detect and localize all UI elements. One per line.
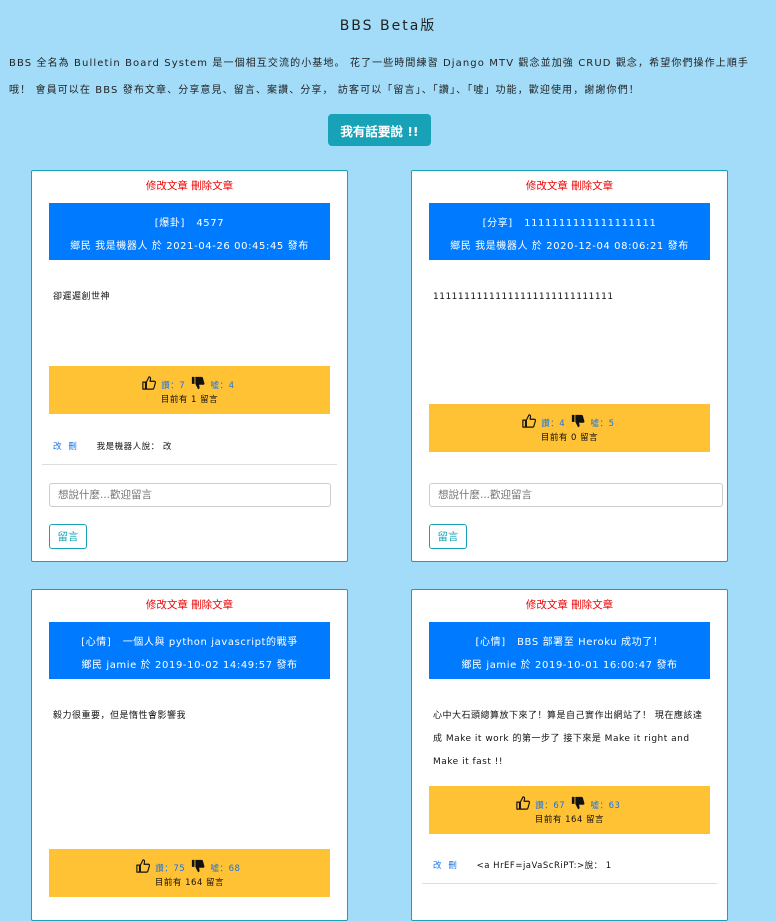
post-meta: 鄉民 jamie 於 2019-10-02 14:49:57 發布 xyxy=(81,660,298,671)
comment-submit-button[interactable]: 留言 xyxy=(429,524,467,549)
vote-panel: 讚：7 噓：4 目前有 1 留言 xyxy=(49,366,330,414)
post-body: 毅力很重要，但是惰性會影響我 xyxy=(53,711,187,721)
post-header: [心情] 一個人與 python javascript的戰爭 鄉民 jamie … xyxy=(49,622,330,679)
comment-delete-link[interactable]: 刪 xyxy=(448,861,457,871)
post-title: 一個人與 python javascript的戰爭 xyxy=(122,637,298,648)
post-header: [爆卦] 4577 鄉民 我是機器人 於 2021-04-26 00:45:45… xyxy=(49,203,330,260)
post-body: 心中大石頭總算放下來了！算是自己實作出網站了！ 現在應該達成 Make it w… xyxy=(433,711,703,767)
post-category: [爆卦] xyxy=(154,218,185,229)
post-category: [心情] xyxy=(81,637,112,648)
delete-post-link[interactable]: 刪除文章 xyxy=(571,599,613,611)
post-card: 修改文章 刪除文章 [分享] 1111111111111111111 鄉民 我是… xyxy=(411,170,728,562)
thumbs-up-icon[interactable] xyxy=(521,414,536,433)
post-actions: 修改文章 刪除文章 xyxy=(412,173,727,199)
dislike-label: 噓：5 xyxy=(590,418,615,429)
like-count: 67 xyxy=(553,800,566,811)
dislike-label: 噓：68 xyxy=(210,863,241,874)
post-title-line: [心情] BBS 部署至 Heroku 成功了！ xyxy=(429,633,710,648)
edit-post-link[interactable]: 修改文章 xyxy=(526,180,568,192)
post-title-line: [分享] 1111111111111111111 xyxy=(429,214,710,229)
comment-count: 目前有 0 留言 xyxy=(540,433,599,443)
comment-text: 我是機器人說： 改 xyxy=(96,442,172,452)
like-label: 讚：7 xyxy=(161,380,186,391)
post-title-line: [心情] 一個人與 python javascript的戰爭 xyxy=(49,633,330,648)
post-body: 卻遲遲創世神 xyxy=(53,292,111,302)
dislike-label: 噓：4 xyxy=(210,380,235,391)
like-count: 7 xyxy=(179,380,186,391)
post-category: [分享] xyxy=(482,218,513,229)
comment-count: 目前有 164 留言 xyxy=(534,815,605,825)
dislike-count: 4 xyxy=(228,380,235,391)
comment-text: <a HrEF=jaVaScRiPT:>說： 1 xyxy=(476,861,612,871)
intro-text: BBS 全名為 Bulletin Board System 是一個相互交流的小基… xyxy=(9,58,750,96)
vote-panel: 讚：67 噓：63 目前有 164 留言 xyxy=(429,786,710,834)
post-body: 11111111111111111111111111111 xyxy=(433,292,614,302)
comment-submit-button[interactable]: 留言 xyxy=(49,524,87,549)
delete-post-link[interactable]: 刪除文章 xyxy=(191,180,233,192)
page-title: BBS Beta版 xyxy=(339,18,437,34)
post-actions: 修改文章 刪除文章 xyxy=(32,173,347,199)
delete-post-link[interactable]: 刪除文章 xyxy=(191,599,233,611)
comment-input[interactable] xyxy=(429,483,723,507)
post-title: 4577 xyxy=(196,218,225,229)
post-meta: 鄉民 jamie 於 2019-10-01 16:00:47 發布 xyxy=(461,660,678,671)
post-category: [心情] xyxy=(475,637,506,648)
post-card: 修改文章 刪除文章 [爆卦] 4577 鄉民 我是機器人 於 2021-04-2… xyxy=(31,170,348,562)
like-label: 讚：4 xyxy=(541,418,566,429)
post-title: BBS 部署至 Heroku 成功了！ xyxy=(517,637,664,648)
comment-item: 改 刪 <a HrEF=jaVaScRiPT:>說： 1 xyxy=(433,859,713,871)
divider xyxy=(42,464,337,465)
post-title: 1111111111111111111 xyxy=(524,218,657,229)
comment-delete-link[interactable]: 刪 xyxy=(68,442,77,452)
thumbs-up-icon[interactable] xyxy=(141,376,156,395)
comment-item: 改 刪 我是機器人說： 改 xyxy=(53,440,333,452)
like-count: 75 xyxy=(173,863,186,874)
dislike-count: 63 xyxy=(608,800,621,811)
comment-input[interactable] xyxy=(49,483,331,507)
dislike-count: 5 xyxy=(608,418,615,429)
post-title-line: [爆卦] 4577 xyxy=(49,214,330,229)
comment-count: 目前有 164 留言 xyxy=(154,878,225,888)
new-post-button[interactable]: 我有話要說 !! xyxy=(328,114,431,146)
delete-post-link[interactable]: 刪除文章 xyxy=(571,180,613,192)
edit-post-link[interactable]: 修改文章 xyxy=(526,599,568,611)
dislike-label: 噓：63 xyxy=(590,800,621,811)
dislike-count: 68 xyxy=(228,863,241,874)
edit-post-link[interactable]: 修改文章 xyxy=(146,599,188,611)
thumbs-up-icon[interactable] xyxy=(515,796,530,815)
post-actions: 修改文章 刪除文章 xyxy=(32,592,347,618)
comment-edit-link[interactable]: 改 xyxy=(433,861,442,871)
divider xyxy=(422,883,717,884)
thumbs-up-icon[interactable] xyxy=(135,859,150,878)
vote-panel: 讚：75 噓：68 目前有 164 留言 xyxy=(49,849,330,897)
comment-edit-link[interactable]: 改 xyxy=(53,442,62,452)
like-label: 讚：67 xyxy=(535,800,566,811)
comment-count: 目前有 1 留言 xyxy=(160,395,219,405)
like-label: 讚：75 xyxy=(155,863,186,874)
edit-post-link[interactable]: 修改文章 xyxy=(146,180,188,192)
post-meta: 鄉民 我是機器人 於 2021-04-26 00:45:45 發布 xyxy=(70,241,309,252)
post-meta: 鄉民 我是機器人 於 2020-12-04 08:06:21 發布 xyxy=(450,241,689,252)
post-actions: 修改文章 刪除文章 xyxy=(412,592,727,618)
vote-panel: 讚：4 噓：5 目前有 0 留言 xyxy=(429,404,710,452)
like-count: 4 xyxy=(559,418,566,429)
post-header: [分享] 1111111111111111111 鄉民 我是機器人 於 2020… xyxy=(429,203,710,260)
post-header: [心情] BBS 部署至 Heroku 成功了！ 鄉民 jamie 於 2019… xyxy=(429,622,710,679)
post-card: 修改文章 刪除文章 [心情] BBS 部署至 Heroku 成功了！ 鄉民 ja… xyxy=(411,589,728,921)
post-card: 修改文章 刪除文章 [心情] 一個人與 python javascript的戰爭… xyxy=(31,589,348,921)
